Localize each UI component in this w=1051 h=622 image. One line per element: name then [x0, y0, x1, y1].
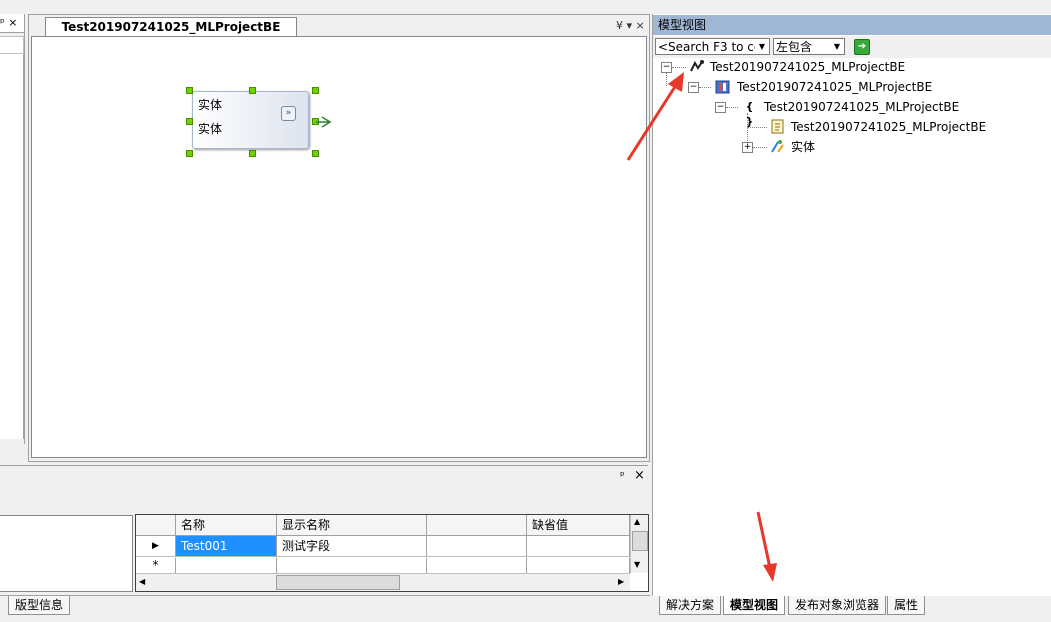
grid-vertical-scrollbar[interactable]: ▲ ▼ — [630, 515, 648, 573]
model-view-toolbar: <Search F3 to cc ▼ 左包含 ▼ ➔ — [653, 36, 1051, 58]
tree-connector — [666, 72, 667, 86]
new-row-marker[interactable]: * — [136, 558, 176, 573]
selection-handle[interactable] — [312, 87, 319, 94]
left-panel-header: ᵖ × — [0, 14, 24, 33]
designer-window-controls[interactable]: ¥ ▾ × — [616, 19, 645, 32]
search-input[interactable]: <Search F3 to cc ▼ — [655, 38, 770, 55]
scroll-down-icon[interactable]: ▼ — [634, 560, 640, 569]
package-icon — [715, 79, 730, 94]
tab-solution[interactable]: 解决方案 — [659, 596, 722, 615]
go-arrow-icon[interactable]: ➔ — [854, 39, 870, 55]
left-panel-body — [0, 54, 24, 439]
column-header-default-value[interactable]: 缺省值 — [527, 515, 630, 535]
tab-layout-info[interactable]: 版型信息 — [8, 596, 71, 615]
tree-connector — [699, 87, 711, 88]
bottom-panel-header: ᵖ × — [0, 465, 648, 488]
pin-icon[interactable]: ᵖ — [620, 469, 625, 482]
grid-cell[interactable] — [277, 558, 427, 573]
fields-grid: 名称 显示名称 缺省值 ▶ Test001 测试字段 * ▲ ▼ ◀ ▶ — [135, 514, 649, 592]
grid-header-row: 名称 显示名称 缺省值 — [136, 515, 631, 536]
entity-icon — [770, 139, 785, 154]
row-marker[interactable]: ▶ — [136, 536, 176, 557]
tab-publish-browser[interactable]: 发布对象浏览器 — [788, 596, 887, 615]
grid-horizontal-scrollbar[interactable]: ◀ ▶ — [136, 573, 630, 591]
expand-icon[interactable]: » — [281, 106, 296, 121]
selection-handle[interactable] — [186, 150, 193, 157]
search-placeholder: <Search F3 to cc — [658, 40, 761, 54]
column-header-3[interactable] — [427, 515, 527, 535]
selection-handle[interactable] — [186, 87, 193, 94]
close-icon[interactable]: × — [634, 468, 645, 483]
vertical-scroll-thumb[interactable] — [632, 531, 648, 551]
model-tree: − Test201907241025_MLProjectBE − Test201… — [653, 58, 1051, 168]
grid-cell-name[interactable]: Test001 — [176, 536, 277, 557]
entity-title: 实体 — [198, 98, 223, 112]
right-tab-strip: 解决方案 模型视图 发布对象浏览器 属性 — [653, 596, 1051, 616]
tree-collapse-icon[interactable]: − — [715, 102, 726, 113]
selection-handle[interactable] — [312, 150, 319, 157]
tab-properties[interactable]: 属性 — [887, 596, 926, 615]
horizontal-scroll-thumb[interactable] — [276, 575, 400, 590]
bottom-panel-toolbar — [0, 487, 648, 513]
tree-collapse-icon[interactable]: − — [688, 82, 699, 93]
selection-handle[interactable] — [186, 118, 193, 125]
chevron-down-icon[interactable]: ▼ — [755, 39, 769, 54]
selection-handle[interactable] — [249, 150, 256, 157]
tree-node-entity[interactable]: 实体 — [791, 138, 815, 156]
tree-node-namespace[interactable]: Test201907241025_MLProjectBE — [764, 98, 959, 116]
left-panel-toolbar — [0, 36, 24, 54]
model-root-icon — [689, 59, 704, 74]
panel-title: 模型视图 — [658, 18, 707, 32]
left-panel-pin-close[interactable]: ᵖ × — [0, 16, 17, 29]
filter-select[interactable]: 左包含 ▼ — [773, 38, 845, 55]
tree-node-package[interactable]: Test201907241025_MLProjectBE — [737, 78, 932, 96]
model-view-header: 模型视图 — [653, 15, 1051, 35]
grid-corner — [136, 515, 176, 535]
tree-node-document[interactable]: Test201907241025_MLProjectBE — [791, 118, 986, 136]
namespace-icon: { } — [745, 100, 754, 128]
connector-icon[interactable] — [314, 115, 334, 129]
designer-tab[interactable]: Test201907241025_MLProjectBE — [45, 17, 297, 37]
selection-handle[interactable] — [249, 87, 256, 94]
scroll-left-icon[interactable]: ◀ — [139, 577, 145, 586]
tree-expand-icon[interactable]: + — [742, 142, 753, 153]
chevron-down-icon[interactable]: ▼ — [830, 39, 844, 54]
column-header-name[interactable]: 名称 — [176, 515, 277, 535]
scroll-up-icon[interactable]: ▲ — [634, 517, 640, 526]
document-icon — [770, 119, 785, 134]
tree-node-root[interactable]: Test201907241025_MLProjectBE — [710, 58, 905, 76]
grid-cell[interactable] — [527, 558, 630, 573]
entity-subtitle: 实体 — [198, 122, 223, 136]
tree-connector — [672, 67, 686, 68]
grid-cell-display-name[interactable]: 测试字段 — [277, 536, 427, 557]
tree-connector — [726, 107, 738, 108]
tree-connector — [747, 127, 767, 128]
tree-connector — [753, 147, 767, 148]
column-header-display-name[interactable]: 显示名称 — [277, 515, 427, 535]
grid-cell[interactable] — [427, 536, 527, 557]
bottom-left-list[interactable] — [0, 515, 133, 592]
grid-cell[interactable] — [176, 558, 277, 573]
grid-cell-default-value[interactable] — [527, 536, 630, 557]
tab-model-view[interactable]: 模型视图 — [723, 596, 786, 615]
filter-value: 左包含 — [776, 40, 813, 54]
grid-cell[interactable] — [427, 558, 527, 573]
left-dock-panel: ᵖ × — [0, 14, 25, 444]
bottom-tab-strip: 版型信息 — [0, 595, 650, 616]
design-canvas[interactable] — [31, 36, 647, 458]
scroll-right-icon[interactable]: ▶ — [618, 577, 624, 586]
entity-shape[interactable]: 实体 实体 » — [192, 91, 309, 149]
